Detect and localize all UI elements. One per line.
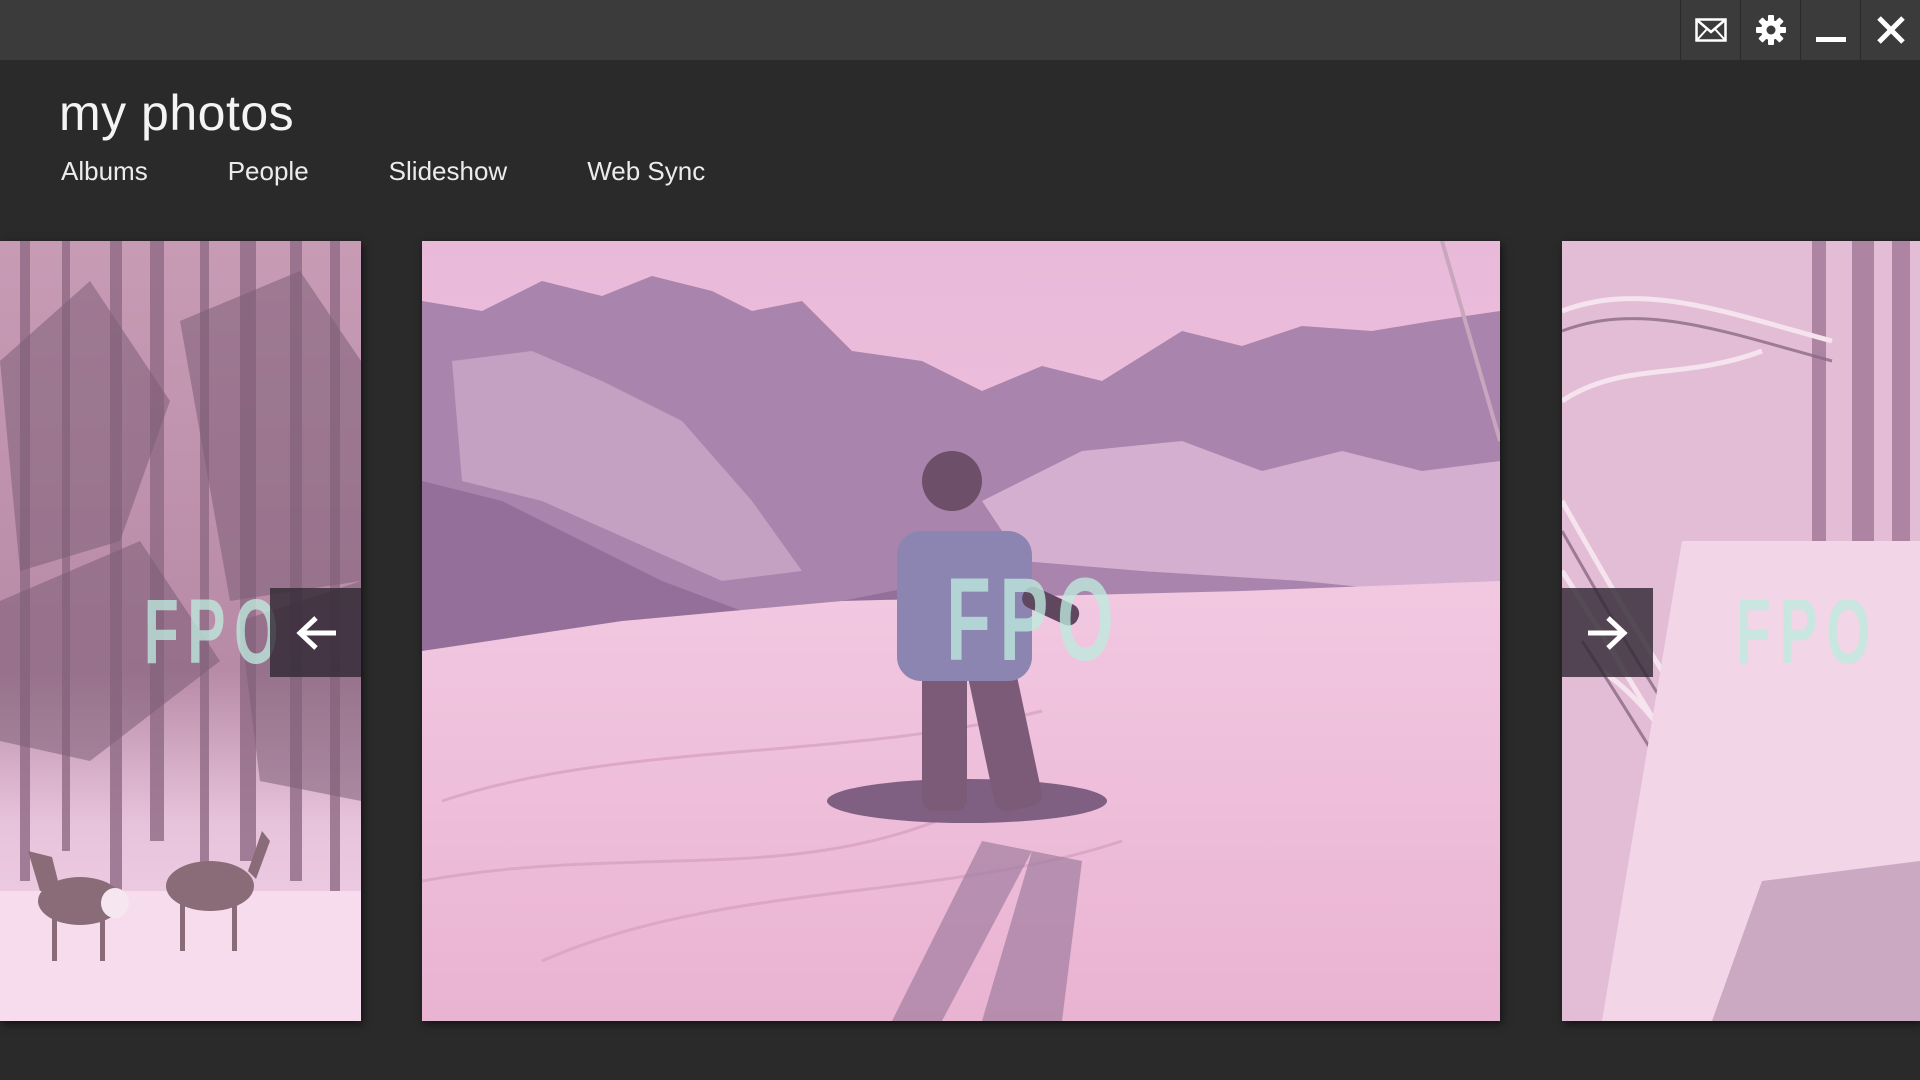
close-icon: [1876, 16, 1905, 44]
photo-previous-fpo-label: FPO: [143, 581, 288, 683]
close-button[interactable]: [1860, 0, 1920, 60]
window-controls: [1680, 0, 1920, 60]
nav-item-web-sync[interactable]: Web Sync: [587, 156, 705, 186]
arrow-right-icon: [1587, 615, 1628, 650]
minimize-icon: [1815, 37, 1846, 42]
arrow-left-icon: [295, 615, 336, 650]
app-title: my photos: [59, 85, 295, 141]
nav-item-people[interactable]: People: [228, 156, 309, 186]
mail-button[interactable]: [1680, 0, 1740, 60]
next-photo-button[interactable]: [1562, 588, 1653, 677]
photo-next-fpo-label: FPO: [1735, 581, 1880, 683]
previous-photo-button[interactable]: [270, 588, 361, 677]
photo-current[interactable]: FPO: [422, 241, 1500, 1021]
settings-button[interactable]: [1740, 0, 1800, 60]
gear-icon: [1755, 15, 1786, 45]
title-bar: [0, 0, 1920, 60]
nav-item-albums[interactable]: Albums: [61, 156, 148, 186]
photo-current-fpo-label: FPO: [946, 554, 1123, 686]
mail-icon: [1694, 18, 1727, 42]
nav-item-slideshow[interactable]: Slideshow: [389, 156, 508, 186]
minimize-button[interactable]: [1800, 0, 1860, 60]
main-nav: Albums People Slideshow Web Sync: [61, 156, 785, 186]
